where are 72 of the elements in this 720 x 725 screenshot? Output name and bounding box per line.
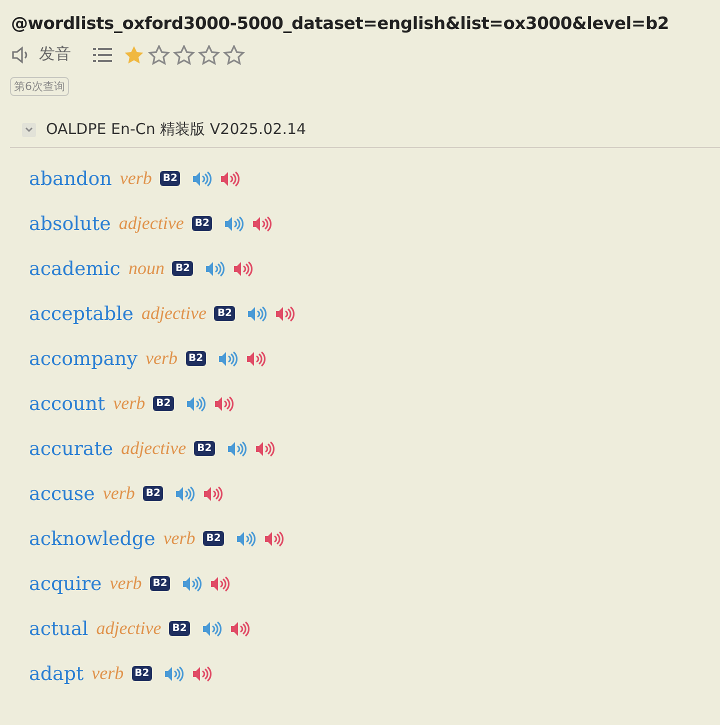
level-tag: B2: [142, 486, 164, 501]
part-of-speech: verb: [146, 348, 178, 369]
headword-link[interactable]: account: [29, 392, 106, 414]
pronounce-label[interactable]: 发音: [39, 44, 71, 65]
star-icon[interactable]: [173, 44, 195, 64]
speaker-icon[interactable]: [246, 350, 266, 366]
headword-link[interactable]: abandon: [29, 168, 112, 190]
level-tag: B2: [132, 666, 152, 681]
speaker-icon[interactable]: [247, 306, 268, 322]
level-tag: B2: [169, 621, 190, 636]
query-count-tag: 第6次查询: [10, 77, 69, 96]
part-of-speech: verb: [163, 528, 196, 549]
part-of-speech: verb: [92, 663, 124, 684]
part-of-speech: verb: [102, 483, 135, 504]
level-tag: B2: [214, 306, 236, 321]
star-icon[interactable]: [198, 44, 220, 64]
headword-link[interactable]: acknowledge: [29, 528, 156, 550]
headword-link[interactable]: academic: [29, 258, 120, 280]
star-icon[interactable]: [123, 44, 145, 64]
speaker-icon[interactable]: [175, 486, 196, 502]
page-title: @wordlists_oxford3000-5000_dataset=english&list=ox3000&level=b2: [10, 13, 670, 34]
star-icon[interactable]: [223, 44, 245, 64]
level-tag: B2: [150, 576, 170, 591]
part-of-speech: adjective: [121, 438, 186, 459]
speaker-icon[interactable]: [264, 530, 284, 546]
headword-link[interactable]: actual: [29, 618, 88, 640]
speaker-icon[interactable]: [186, 396, 206, 412]
speaker-icon[interactable]: [226, 440, 247, 456]
part-of-speech: adjective: [118, 213, 184, 234]
headword-link[interactable]: acquire: [29, 572, 102, 594]
headword-link[interactable]: acceptable: [29, 302, 134, 324]
part-of-speech: verb: [113, 393, 146, 414]
speaker-icon[interactable]: [220, 170, 240, 186]
speaker-icon[interactable]: [254, 440, 275, 456]
headword-link[interactable]: adapt: [29, 662, 84, 684]
chevron-icon[interactable]: [22, 122, 36, 136]
dictionary-name[interactable]: OALDPE En-Cn 精装版 V2025.02.14: [46, 120, 306, 139]
speaker-icon[interactable]: [236, 530, 256, 546]
speaker-icon[interactable]: [203, 486, 224, 502]
headword-link[interactable]: accompany: [29, 348, 138, 370]
part-of-speech: verb: [110, 573, 142, 594]
headword-link[interactable]: absolute: [29, 212, 111, 234]
speaker-icon[interactable]: [182, 576, 202, 592]
level-tag: B2: [203, 531, 224, 546]
speaker-icon[interactable]: [214, 396, 234, 412]
part-of-speech: noun: [128, 258, 164, 279]
speaker-icon[interactable]: [233, 260, 254, 276]
part-of-speech: adjective: [96, 618, 162, 639]
headword-link[interactable]: accuse: [29, 482, 95, 504]
speaker-icon[interactable]: [275, 306, 296, 322]
level-tag: B2: [192, 216, 212, 231]
level-tag: B2: [160, 171, 180, 186]
headword-link[interactable]: accurate: [29, 438, 114, 460]
speaker-icon[interactable]: [205, 260, 226, 276]
level-tag: B2: [186, 351, 206, 366]
level-tag: B2: [172, 261, 194, 276]
speaker-icon[interactable]: [252, 216, 272, 232]
list-icon[interactable]: [93, 46, 113, 62]
speaker-icon[interactable]: [202, 620, 222, 636]
speaker-icon[interactable]: [210, 576, 230, 592]
level-tag: B2: [194, 441, 215, 456]
speaker-icon[interactable]: [192, 666, 212, 682]
part-of-speech: adjective: [141, 303, 206, 324]
speaker-icon[interactable]: [230, 620, 250, 636]
speaker-icon[interactable]: [224, 216, 244, 232]
level-tag: B2: [153, 396, 174, 411]
part-of-speech: verb: [120, 168, 152, 189]
star-icon[interactable]: [148, 44, 170, 64]
star-rating[interactable]: [123, 44, 245, 64]
speaker-icon[interactable]: [164, 666, 184, 682]
speaker-icon[interactable]: [218, 350, 238, 366]
speaker-icon[interactable]: [192, 170, 212, 186]
